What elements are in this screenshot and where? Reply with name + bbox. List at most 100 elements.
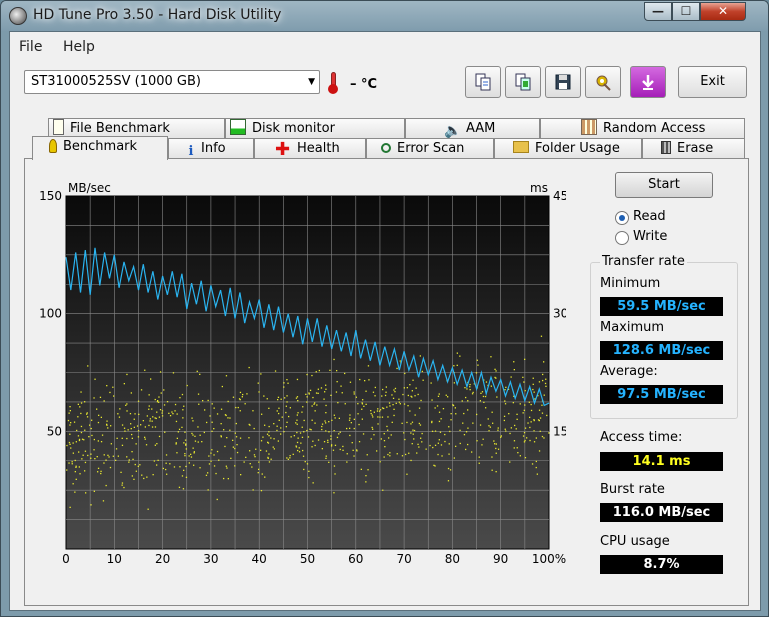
- access-point: [487, 418, 489, 420]
- access-point: [431, 420, 433, 423]
- access-point: [223, 429, 225, 431]
- health-icon: ✚: [275, 139, 291, 160]
- access-point: [478, 456, 480, 458]
- access-point: [225, 414, 227, 417]
- write-radio[interactable]: [615, 231, 629, 245]
- access-point: [100, 472, 102, 475]
- access-point: [163, 404, 166, 406]
- access-point: [382, 489, 384, 491]
- exit-button[interactable]: Exit: [678, 66, 747, 98]
- access-point: [75, 441, 77, 443]
- access-point: [523, 381, 525, 383]
- access-point: [77, 416, 79, 418]
- download-button[interactable]: [630, 66, 666, 98]
- access-point: [100, 470, 102, 472]
- access-point: [425, 448, 427, 450]
- access-point: [365, 390, 367, 392]
- access-point: [333, 492, 335, 494]
- access-point: [410, 432, 412, 434]
- access-point: [161, 410, 164, 412]
- access-point: [270, 458, 272, 460]
- access-point: [146, 476, 148, 478]
- access-point: [76, 429, 78, 432]
- app-logo-icon: [9, 7, 27, 25]
- access-point: [438, 439, 440, 441]
- menu-file[interactable]: File: [19, 39, 42, 55]
- access-point: [258, 461, 260, 463]
- access-point: [447, 467, 450, 470]
- access-point: [370, 410, 372, 412]
- close-button[interactable]: ✕: [700, 2, 746, 21]
- access-point: [107, 427, 109, 429]
- access-point: [455, 445, 457, 447]
- access-point: [125, 404, 127, 406]
- title-bar[interactable]: HD Tune Pro 3.50 - Hard Disk Utility — ☐…: [1, 1, 768, 31]
- access-point: [491, 456, 493, 458]
- access-point: [409, 384, 411, 386]
- access-point: [312, 482, 314, 484]
- tab-erase[interactable]: Erase: [642, 138, 745, 159]
- access-point: [118, 416, 121, 418]
- tab-benchmark[interactable]: Benchmark: [32, 136, 168, 160]
- access-point: [297, 437, 299, 439]
- access-point: [466, 388, 468, 390]
- access-point: [415, 387, 417, 389]
- access-point: [182, 417, 184, 419]
- access-point: [207, 489, 209, 491]
- tab-random-access[interactable]: Random Access: [540, 118, 745, 139]
- access-point: [324, 391, 326, 393]
- tab-aam[interactable]: 🔈 AAM: [405, 118, 540, 139]
- access-point: [383, 433, 385, 435]
- access-point: [516, 413, 518, 415]
- access-point: [328, 461, 330, 463]
- tab-error-scan[interactable]: Error Scan: [366, 138, 494, 159]
- access-point: [496, 396, 498, 398]
- save-button[interactable]: [545, 66, 581, 98]
- access-point: [467, 427, 469, 429]
- access-point: [134, 413, 136, 415]
- read-radio[interactable]: [615, 211, 629, 225]
- menu-help[interactable]: Help: [63, 39, 95, 55]
- access-point: [80, 391, 82, 393]
- disk-monitor-icon: [230, 119, 246, 135]
- tab-folder-usage[interactable]: Folder Usage: [494, 138, 642, 159]
- access-time-value: 14.1 ms: [600, 452, 723, 471]
- options-button[interactable]: [585, 66, 621, 98]
- access-point: [434, 430, 437, 432]
- access-point: [249, 450, 251, 452]
- access-point: [395, 402, 397, 404]
- tab-label: Erase: [677, 141, 714, 156]
- drive-select[interactable]: ST31000525SV (1000 GB) ▼: [24, 70, 320, 94]
- access-point: [205, 474, 208, 476]
- access-point: [281, 416, 283, 418]
- access-point: [161, 415, 164, 417]
- benchmark-icon: [49, 139, 57, 153]
- access-point: [262, 436, 264, 438]
- access-point: [361, 418, 363, 420]
- access-point: [418, 446, 420, 448]
- tab-disk-monitor[interactable]: Disk monitor: [225, 118, 405, 139]
- maximize-button[interactable]: ☐: [672, 2, 700, 21]
- tab-health[interactable]: ✚ Health: [254, 138, 366, 159]
- access-point: [157, 459, 159, 461]
- minimize-button[interactable]: —: [644, 2, 672, 21]
- access-point: [288, 415, 290, 418]
- access-point: [353, 455, 355, 457]
- access-point: [204, 409, 206, 411]
- copy-screenshot-button[interactable]: [505, 66, 541, 98]
- access-point: [297, 412, 299, 414]
- access-point: [420, 399, 422, 402]
- access-point: [541, 435, 544, 438]
- access-point: [185, 465, 187, 468]
- access-point: [94, 378, 96, 380]
- copy-text-button[interactable]: [465, 66, 501, 98]
- access-point: [151, 420, 153, 422]
- tab-info[interactable]: i Info: [168, 138, 254, 159]
- read-label: Read: [633, 209, 666, 224]
- x-tick-label: 40: [252, 552, 267, 566]
- access-point: [268, 407, 270, 409]
- access-point: [260, 449, 262, 451]
- start-button[interactable]: Start: [615, 172, 713, 198]
- access-point: [213, 465, 216, 467]
- access-point: [478, 462, 480, 464]
